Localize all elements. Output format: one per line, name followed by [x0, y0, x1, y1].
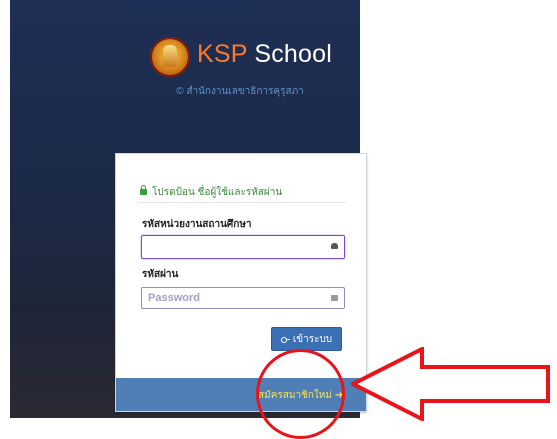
password-placeholder: Password — [148, 292, 200, 304]
annotation-arrow-icon — [351, 347, 550, 421]
lock-icon — [331, 295, 338, 301]
password-label: รหัสผ่าน — [142, 269, 179, 280]
password-input[interactable]: Password — [141, 287, 345, 309]
username-label: รหัสหน่วยงานสถานศึกษา — [142, 219, 252, 230]
highlight-circle — [256, 349, 345, 439]
username-input[interactable] — [141, 235, 345, 259]
key-icon — [280, 336, 290, 343]
user-icon — [331, 243, 338, 249]
lock-icon — [140, 185, 147, 195]
login-button-label: เข้าระบบ — [292, 333, 333, 345]
brand-ksp: KSP — [197, 40, 248, 68]
brand-school: School — [247, 40, 332, 68]
login-button[interactable]: เข้าระบบ — [271, 327, 342, 351]
notice-text: โปรดป้อน ชื่อผู้ใช้และรหัสผ่าน — [152, 187, 283, 198]
login-notice: โปรดป้อน ชื่อผู้ใช้และรหัสผ่าน — [140, 185, 282, 200]
divider — [138, 202, 346, 203]
ksp-logo-emblem — [150, 37, 190, 77]
copyright-text: © สำนักงานเลขาธิการคุรุสภา — [176, 86, 304, 97]
app-brand-title: KSP School — [197, 40, 332, 69]
